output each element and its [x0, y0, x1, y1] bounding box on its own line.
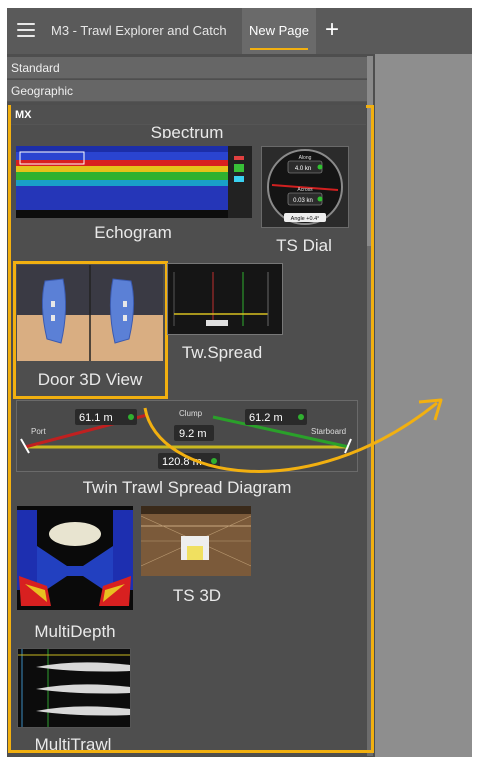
drag-arrow-icon	[143, 398, 443, 473]
app-frame: M3 - Trawl Explorer and Catch New Page +…	[7, 8, 472, 757]
